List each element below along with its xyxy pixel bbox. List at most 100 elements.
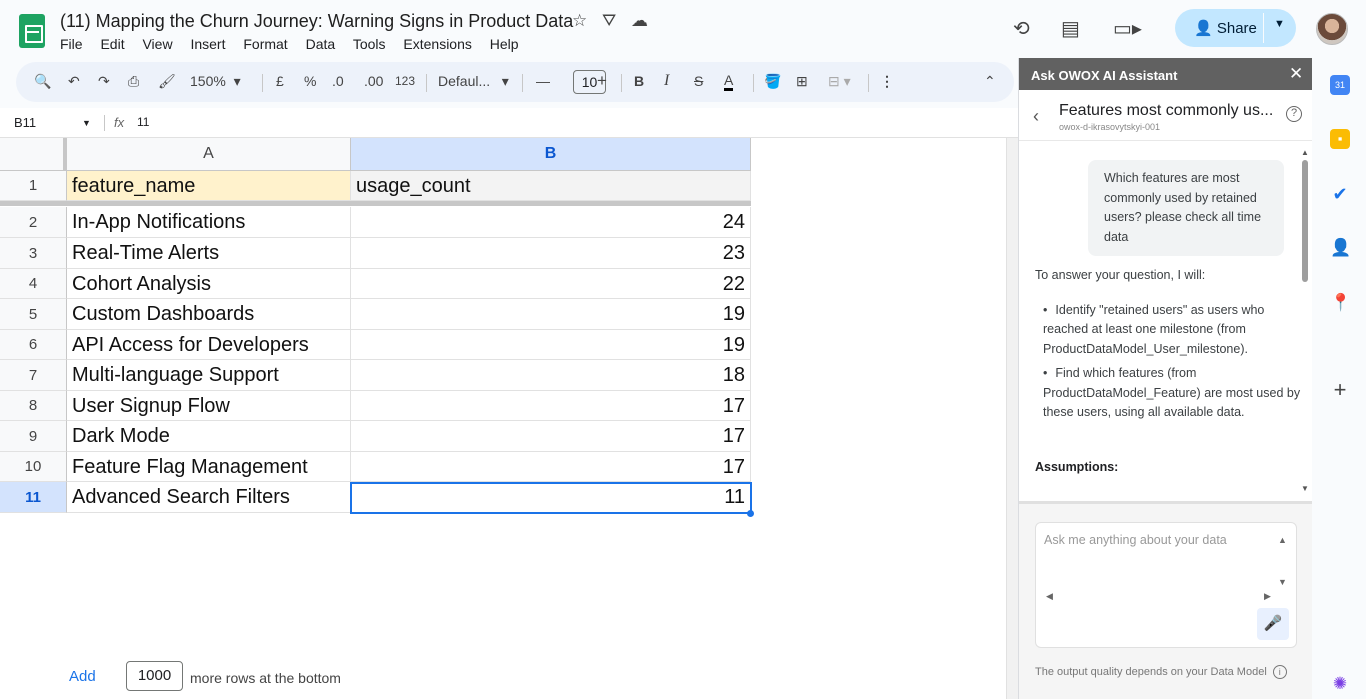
table-cell[interactable]: 19 <box>351 330 751 360</box>
chevron-down-icon[interactable]: ▼ <box>1274 18 1285 30</box>
menu-insert[interactable]: Insert <box>190 36 225 52</box>
menu-tools[interactable]: Tools <box>353 36 386 52</box>
name-box[interactable]: B11 ▼ <box>14 115 91 130</box>
add-rows-count-input[interactable]: 1000 <box>126 661 183 691</box>
table-cell[interactable]: API Access for Developers <box>67 330 351 360</box>
table-cell[interactable]: Custom Dashboards <box>67 299 351 330</box>
chat-input[interactable]: Ask me anything about your data ▲ ▼ ◀ ▶ … <box>1035 522 1297 648</box>
owox-brain-icon[interactable]: ✺ <box>1330 674 1350 694</box>
formula-input[interactable]: 11 <box>137 115 149 129</box>
keep-icon[interactable]: ▪ <box>1330 129 1350 149</box>
version-history-icon[interactable]: ⟲ <box>1013 16 1030 41</box>
row-header[interactable]: 7 <box>0 360 67 391</box>
redo-icon[interactable]: ↷ <box>98 73 110 90</box>
menu-data[interactable]: Data <box>306 36 336 52</box>
increase-decimal-button[interactable]: .00 <box>364 73 383 89</box>
add-rows-button[interactable]: Add <box>69 668 96 685</box>
table-cell[interactable]: In-App Notifications <box>67 207 351 238</box>
print-icon[interactable]: ⎙ <box>128 73 139 90</box>
table-cell[interactable]: 17 <box>351 391 751 421</box>
help-icon[interactable]: ? <box>1286 106 1302 122</box>
mic-button[interactable]: 🎤 <box>1257 608 1289 640</box>
row-header[interactable]: 4 <box>0 269 67 299</box>
table-cell[interactable]: 17 <box>351 421 751 452</box>
number-format-button[interactable]: 123 <box>395 74 415 88</box>
row-header[interactable]: 5 <box>0 299 67 330</box>
row-header[interactable]: 3 <box>0 238 67 269</box>
column-header-b[interactable]: B <box>351 138 751 171</box>
calendar-icon[interactable]: 31 <box>1330 75 1350 95</box>
share-button[interactable]: 👤 Share ▼ <box>1175 9 1296 47</box>
table-cell[interactable]: Advanced Search Filters <box>67 482 351 513</box>
row-header[interactable]: 1 <box>0 171 67 201</box>
document-title[interactable]: (11) Mapping the Churn Journey: Warning … <box>60 11 573 32</box>
menu-extensions[interactable]: Extensions <box>403 36 471 52</box>
add-addon-icon[interactable]: + <box>1330 379 1350 401</box>
table-cell[interactable]: Real-Time Alerts <box>67 238 351 269</box>
bold-button[interactable]: B <box>634 73 644 89</box>
italic-button[interactable]: I <box>664 72 669 90</box>
table-cell[interactable]: User Signup Flow <box>67 391 351 421</box>
collapse-toolbar-icon[interactable]: ⌃ <box>984 73 996 90</box>
search-icon[interactable]: 🔍 <box>34 73 51 90</box>
avatar[interactable] <box>1316 13 1348 45</box>
percent-format-button[interactable]: % <box>304 73 316 89</box>
zoom-select[interactable]: 150% ▾ <box>190 73 241 90</box>
more-options-icon[interactable]: ⋮ <box>880 73 894 90</box>
select-all-corner[interactable] <box>0 138 67 171</box>
frozen-row-divider[interactable] <box>0 201 751 206</box>
row-header[interactable]: 8 <box>0 391 67 421</box>
table-cell[interactable]: Cohort Analysis <box>67 269 351 299</box>
decrease-font-size-button[interactable]: — <box>536 73 550 89</box>
meet-icon[interactable]: ▭▸ <box>1113 16 1142 41</box>
table-cell[interactable]: Feature Flag Management <box>67 452 351 482</box>
strikethrough-button[interactable]: S <box>694 73 703 89</box>
scroll-thumb[interactable] <box>1302 160 1308 282</box>
row-header[interactable]: 11 <box>0 482 67 513</box>
paint-format-icon[interactable]: 🖌 <box>158 73 176 90</box>
table-cell[interactable]: 17 <box>351 452 751 482</box>
row-header[interactable]: 2 <box>0 207 67 238</box>
table-cell[interactable]: Multi-language Support <box>67 360 351 391</box>
column-header-a[interactable]: A <box>67 138 351 171</box>
info-icon[interactable]: i <box>1272 665 1287 679</box>
grid-scrollbar[interactable] <box>1006 138 1018 699</box>
back-icon[interactable]: ‹ <box>1033 106 1039 127</box>
menu-help[interactable]: Help <box>490 36 519 52</box>
row-header[interactable]: 6 <box>0 330 67 360</box>
table-cell[interactable]: 18 <box>351 360 751 391</box>
chevron-down-icon[interactable]: ▼ <box>82 118 91 128</box>
scroll-up-icon[interactable]: ▲ <box>1278 535 1287 545</box>
decrease-decimal-button[interactable]: .0 <box>332 73 344 89</box>
scroll-down-icon[interactable]: ▼ <box>1301 484 1309 493</box>
scroll-right-icon[interactable]: ▶ <box>1264 591 1271 602</box>
table-cell[interactable]: 24 <box>351 207 751 238</box>
header-cell-usage-count[interactable]: usage_count <box>351 171 751 201</box>
maps-icon[interactable]: 📍 <box>1330 293 1351 313</box>
star-icon[interactable]: ☆ <box>572 11 587 30</box>
comments-icon[interactable]: ▤ <box>1061 16 1080 41</box>
close-icon[interactable]: ✕ <box>1289 64 1303 84</box>
fill-color-icon[interactable]: 🪣 <box>764 73 781 90</box>
menu-format[interactable]: Format <box>243 36 287 52</box>
menu-edit[interactable]: Edit <box>100 36 124 52</box>
table-cell[interactable]: 19 <box>351 299 751 330</box>
table-cell[interactable]: Dark Mode <box>67 421 351 452</box>
menu-file[interactable]: File <box>60 36 83 52</box>
borders-icon[interactable]: ⊞ <box>796 73 808 90</box>
table-cell[interactable]: 23 <box>351 238 751 269</box>
scroll-up-icon[interactable]: ▲ <box>1301 148 1309 157</box>
cloud-status-icon[interactable]: ☁ <box>631 11 648 30</box>
contacts-icon[interactable]: 👤 <box>1330 238 1351 258</box>
currency-format-button[interactable]: £ <box>276 73 284 89</box>
tasks-icon[interactable]: ✔ <box>1330 184 1350 204</box>
header-cell-feature-name[interactable]: feature_name <box>67 171 351 201</box>
text-color-button[interactable]: A <box>724 73 734 91</box>
panel-scrollbar[interactable]: ▲ ▼ <box>1301 148 1309 493</box>
undo-icon[interactable]: ↶ <box>68 73 80 90</box>
table-cell[interactable]: 22 <box>351 269 751 299</box>
fill-handle[interactable] <box>747 510 754 517</box>
row-header[interactable]: 9 <box>0 421 67 452</box>
sheets-logo-icon[interactable] <box>19 14 45 48</box>
merge-cells-icon[interactable]: ⊟ ▾ <box>828 73 851 90</box>
